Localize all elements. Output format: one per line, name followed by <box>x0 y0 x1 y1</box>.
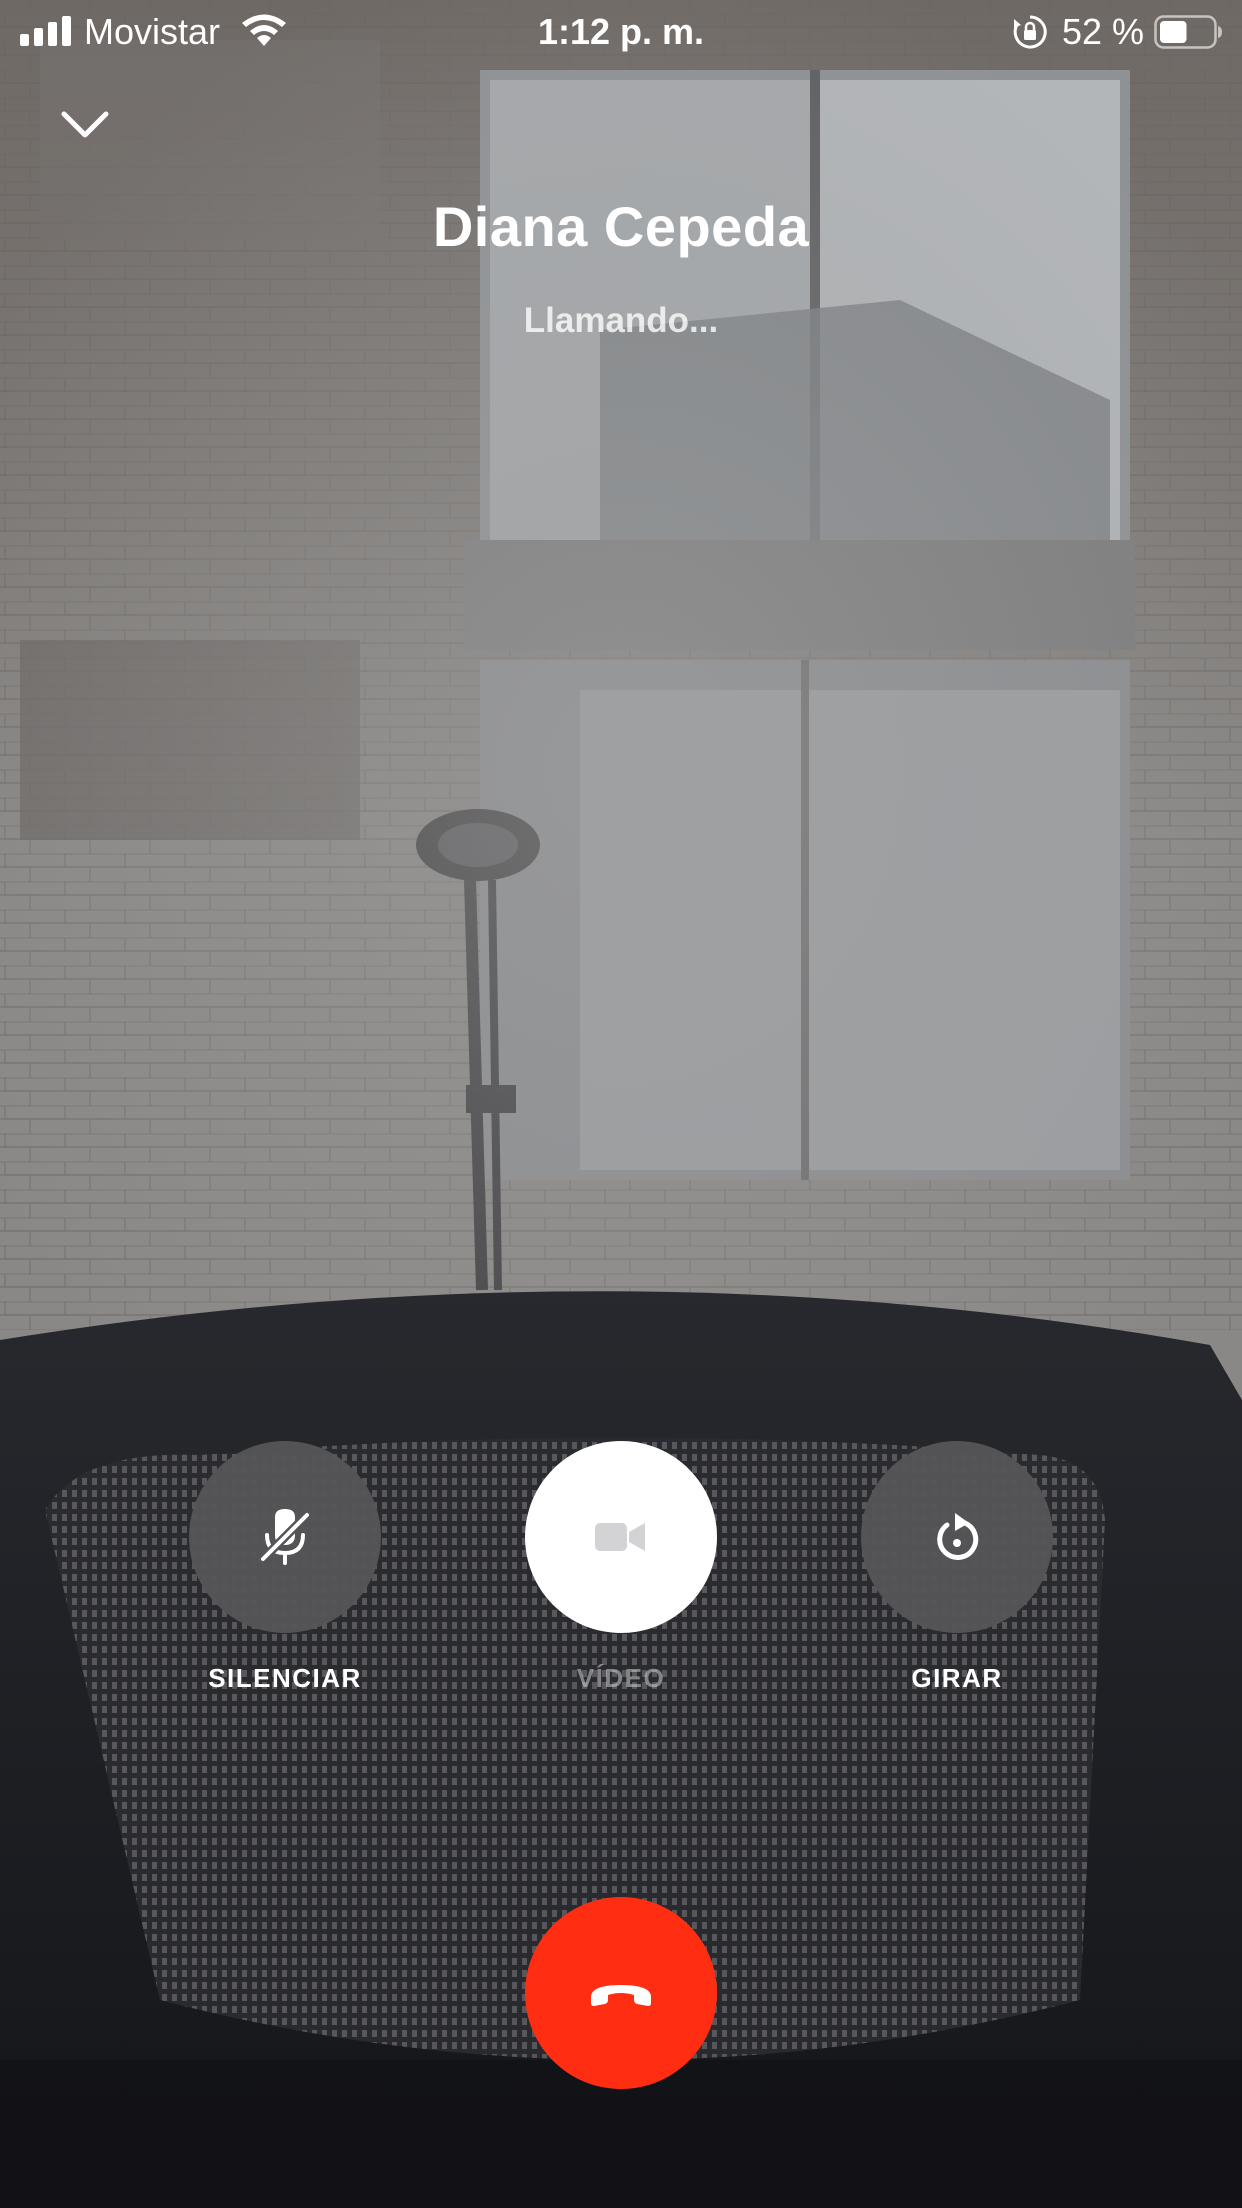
video-camera-icon <box>595 1523 645 1551</box>
status-bar: Movistar 1:12 p. m. 52 % <box>0 0 1242 64</box>
orientation-lock-icon <box>1013 15 1047 49</box>
contact-name: Diana Cepeda <box>432 195 810 258</box>
end-call-button[interactable] <box>525 1897 717 2089</box>
minimize-call-button[interactable] <box>50 96 120 156</box>
chevron-down-icon <box>61 111 109 138</box>
battery-icon <box>1154 15 1222 49</box>
status-time: 1:12 p. m. <box>537 11 705 52</box>
rotate-camera-icon <box>937 1513 979 1560</box>
battery-percentage: 52 % <box>1062 11 1145 52</box>
mute-button[interactable] <box>189 1441 381 1633</box>
mute-label: SILENCIAR <box>208 1663 362 1693</box>
flip-label: GIRAR <box>911 1663 1003 1693</box>
video-label: VÍDEO <box>576 1663 666 1693</box>
flip-camera-button[interactable] <box>861 1441 1053 1633</box>
microphone-off-icon <box>258 1509 312 1565</box>
hang-up-icon <box>591 1985 651 2006</box>
call-status: Llamando... <box>523 301 719 340</box>
video-button[interactable] <box>525 1441 717 1633</box>
